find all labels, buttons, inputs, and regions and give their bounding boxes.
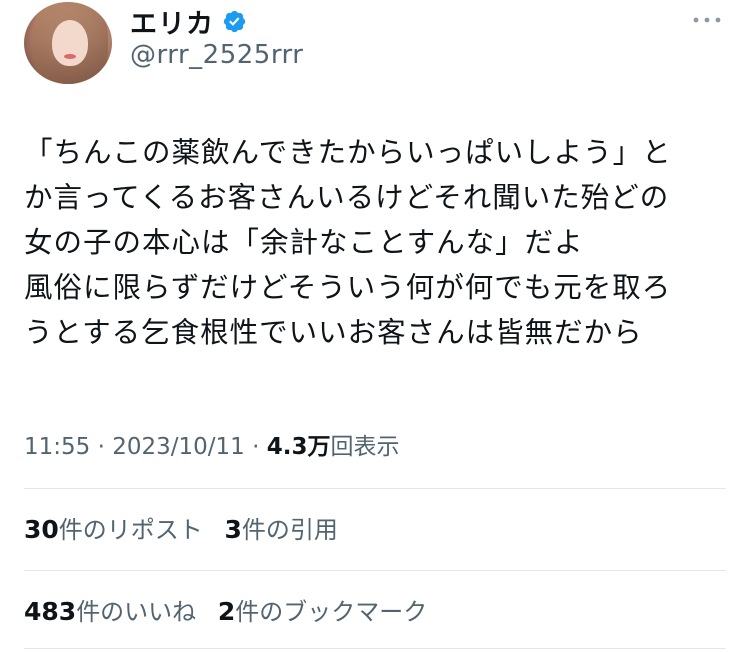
quotes-count: 3 bbox=[224, 515, 242, 544]
likes-count: 483 bbox=[24, 597, 77, 626]
bookmarks-count: 2 bbox=[217, 597, 236, 626]
tweet-line: か言ってくるお客さんいるけどそれ聞いた殆どの bbox=[24, 181, 670, 214]
likes-link[interactable]: 483件のいいね bbox=[24, 597, 197, 626]
tweet-line: 女の子の本心は「余計なことすんな」だよ bbox=[24, 226, 584, 259]
divider bbox=[24, 648, 726, 649]
tweet-line: 風俗に限らずだけどそういう何が何でも元を取ろ bbox=[24, 271, 672, 304]
stats-row-reposts: 30件のリポスト 3件の引用 bbox=[24, 510, 352, 545]
verified-badge-icon bbox=[223, 10, 246, 32]
divider bbox=[24, 488, 726, 489]
quotes-label: 件の引用 bbox=[241, 516, 338, 544]
more-options-icon[interactable] bbox=[692, 16, 722, 24]
reposts-label: 件のリポスト bbox=[58, 516, 203, 544]
tweet-line: 「ちんこの薬飲んできたからいっぱいしよう」と bbox=[24, 136, 672, 169]
reposts-link[interactable]: 30件のリポスト bbox=[24, 515, 203, 544]
tweet-line: うとする乞食根性でいいお客さんは皆無だから bbox=[24, 316, 643, 349]
quotes-link[interactable]: 3件の引用 bbox=[224, 515, 338, 544]
views-count: 4.3万 bbox=[266, 434, 331, 460]
reposts-count: 30 bbox=[24, 515, 59, 544]
bookmarks-link[interactable]: 2件のブックマーク bbox=[217, 597, 428, 626]
avatar[interactable] bbox=[24, 2, 112, 84]
meta-separator: · bbox=[244, 434, 267, 460]
user-handle[interactable]: @rrr_2525rrr bbox=[130, 40, 303, 70]
tweet-time[interactable]: 11:55 bbox=[24, 434, 90, 460]
views-label: 回表示 bbox=[330, 434, 400, 460]
likes-label: 件のいいね bbox=[76, 598, 197, 626]
avatar-lip bbox=[64, 54, 76, 59]
meta-separator: · bbox=[90, 434, 113, 460]
tweet-text: 「ちんこの薬飲んできたからいっぱいしよう」と か言ってくるお客さんいるけどそれ聞… bbox=[24, 130, 736, 355]
display-name[interactable]: エリカ bbox=[130, 2, 214, 41]
name-row: エリカ bbox=[130, 2, 247, 41]
divider bbox=[24, 570, 726, 571]
stats-row-likes: 483件のいいね 2件のブックマーク bbox=[24, 592, 441, 627]
avatar-face bbox=[52, 20, 88, 66]
tweet-meta: 11:55 · 2023/10/11 · 4.3万回表示 bbox=[24, 427, 400, 461]
tweet-date[interactable]: 2023/10/11 bbox=[112, 434, 245, 460]
bookmarks-label: 件のブックマーク bbox=[235, 598, 428, 626]
